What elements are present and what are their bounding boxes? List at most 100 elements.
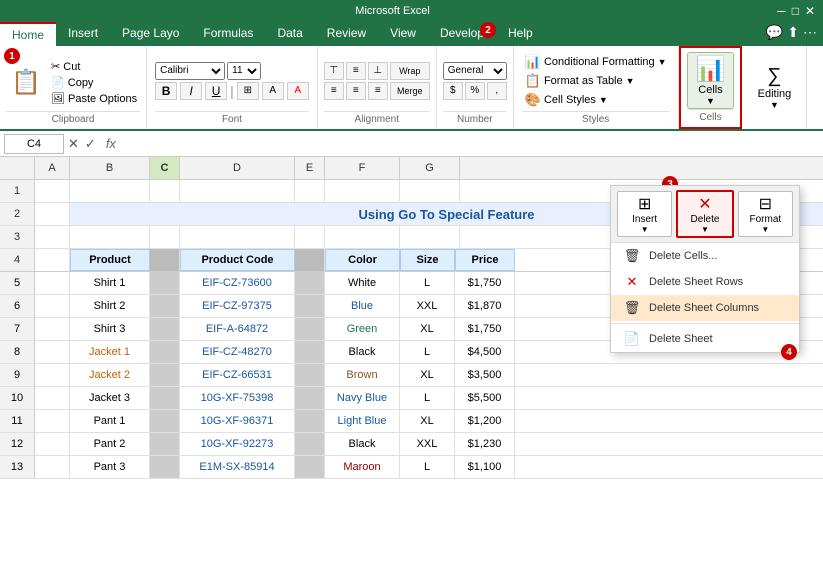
cell-row13-col5[interactable] [295,456,325,478]
cell-row9-col3[interactable] [150,364,180,386]
cell-row9-col6[interactable]: Brown [325,364,400,386]
tab-data[interactable]: Data [265,22,314,46]
cell-row5-col1[interactable] [35,272,70,294]
cell-row6-col7[interactable]: XXL [400,295,455,317]
cell-row6-col8[interactable]: $1,870 [455,295,515,317]
cell-row9-col1[interactable] [35,364,70,386]
underline-button[interactable]: U [205,82,227,100]
format-button[interactable]: ⊟ Format ▼ [738,191,793,237]
tab-develop[interactable]: Develop 2 [428,22,496,46]
cell-row5-col7[interactable]: L [400,272,455,294]
close-icon[interactable]: ✕ [805,4,815,18]
cell-row9-col2[interactable]: Jacket 2 [70,364,150,386]
name-box[interactable] [4,134,64,154]
cell-row9-col4[interactable]: EIF-CZ-66531 [180,364,295,386]
cell-styles-button[interactable]: 🎨 Cell Styles ▼ [522,91,670,109]
cell-row11-col2[interactable]: Pant 1 [70,410,150,432]
cell-row13-col3[interactable] [150,456,180,478]
more-icon[interactable]: ⋯ [803,24,817,44]
cell-row13-col7[interactable]: L [400,456,455,478]
cell-row12-col1[interactable] [35,433,70,455]
align-left-button[interactable]: ≡ [324,82,344,100]
cell-row10-col1[interactable] [35,387,70,409]
cell-row5-col6[interactable]: White [325,272,400,294]
tab-page-layout[interactable]: Page Layo [110,22,191,46]
cell-row11-col5[interactable] [295,410,325,432]
cell-row8-col8[interactable]: $4,500 [455,341,515,363]
cell-row6-col2[interactable]: Shirt 2 [70,295,150,317]
font-family-select[interactable]: Calibri [155,62,225,80]
merge-center-button[interactable]: Merge [390,82,430,100]
header-size[interactable]: Size [400,249,455,271]
cut-button[interactable]: ✂ Cut [48,59,140,74]
cells-button[interactable]: 📊 Cells ▼ [687,52,735,109]
share-icon[interactable]: ⬆ [787,24,799,44]
tab-insert[interactable]: Insert [56,22,110,46]
fill-color-button[interactable]: A [262,82,284,100]
tab-review[interactable]: Review [315,22,378,46]
tab-help[interactable]: Help [496,22,545,46]
cell-row10-col8[interactable]: $5,500 [455,387,515,409]
dropdown-item-delete-rows[interactable]: ✕ Delete Sheet Rows [611,269,799,295]
paste-options-button[interactable]: 🖼 Paste Options [48,91,140,106]
cell-row7-col4[interactable]: EIF-A-64872 [180,318,295,340]
cell-row8-col6[interactable]: Black [325,341,400,363]
cell-row9-col5[interactable] [295,364,325,386]
cell-c1[interactable] [150,180,180,202]
cell-a2[interactable] [35,203,70,225]
cell-row8-col3[interactable] [150,341,180,363]
tab-formulas[interactable]: Formulas [191,22,265,46]
bold-button[interactable]: B [155,82,177,100]
align-right-button[interactable]: ≡ [368,82,388,100]
border-button[interactable]: ⊞ [237,82,259,100]
cell-row8-col7[interactable]: L [400,341,455,363]
cell-row11-col1[interactable] [35,410,70,432]
conditional-formatting-button[interactable]: 📊 Conditional Formatting ▼ [522,53,670,71]
cell-row10-col5[interactable] [295,387,325,409]
cell-row7-col7[interactable]: XL [400,318,455,340]
cell-row10-col4[interactable]: 10G-XF-75398 [180,387,295,409]
cell-row12-col7[interactable]: XXL [400,433,455,455]
cell-row11-col6[interactable]: Light Blue [325,410,400,432]
cell-row10-col2[interactable]: Jacket 3 [70,387,150,409]
cell-row13-col6[interactable]: Maroon [325,456,400,478]
cell-row5-col2[interactable]: Shirt 1 [70,272,150,294]
cell-g1[interactable] [400,180,460,202]
italic-button[interactable]: I [180,82,202,100]
formula-input[interactable] [122,137,819,151]
cell-row13-col4[interactable]: E1M-SX-85914 [180,456,295,478]
cell-row5-col4[interactable]: EIF-CZ-73600 [180,272,295,294]
cell-row12-col3[interactable] [150,433,180,455]
cell-row10-col7[interactable]: L [400,387,455,409]
insert-button[interactable]: ⊞ Insert ▼ [617,191,672,237]
cell-row11-col8[interactable]: $1,200 [455,410,515,432]
cell-b1[interactable] [70,180,150,202]
dropdown-item-delete-cells[interactable]: 🗑 Delete Cells... [611,243,799,269]
cell-row5-col8[interactable]: $1,750 [455,272,515,294]
cell-row7-col3[interactable] [150,318,180,340]
cell-row5-col5[interactable] [295,272,325,294]
cell-row13-col8[interactable]: $1,100 [455,456,515,478]
cell-row12-col8[interactable]: $1,230 [455,433,515,455]
comma-button[interactable]: , [487,82,507,100]
editing-button[interactable]: ∑ Editing ▼ [752,63,798,112]
cell-row11-col3[interactable] [150,410,180,432]
cell-d1[interactable] [180,180,295,202]
cell-f1[interactable] [325,180,400,202]
header-product-code[interactable]: Product Code [180,249,295,271]
cell-row12-col4[interactable]: 10G-XF-92273 [180,433,295,455]
cell-row8-col1[interactable] [35,341,70,363]
wrap-text-button[interactable]: Wrap [390,62,430,80]
cell-e1[interactable] [295,180,325,202]
cell-row9-col7[interactable]: XL [400,364,455,386]
cell-row7-col1[interactable] [35,318,70,340]
font-color-button[interactable]: A [287,82,309,100]
align-top-button[interactable]: ⊤ [324,62,344,80]
cell-row6-col6[interactable]: Blue [325,295,400,317]
delete-dropdown-button[interactable]: ✕ Delete ▼ [676,190,733,238]
currency-button[interactable]: $ [443,82,463,100]
cell-row13-col1[interactable] [35,456,70,478]
dropdown-item-delete-columns[interactable]: 🗑 Delete Sheet Columns [611,295,799,321]
cell-row11-col4[interactable]: 10G-XF-96371 [180,410,295,432]
cell-row8-col5[interactable] [295,341,325,363]
